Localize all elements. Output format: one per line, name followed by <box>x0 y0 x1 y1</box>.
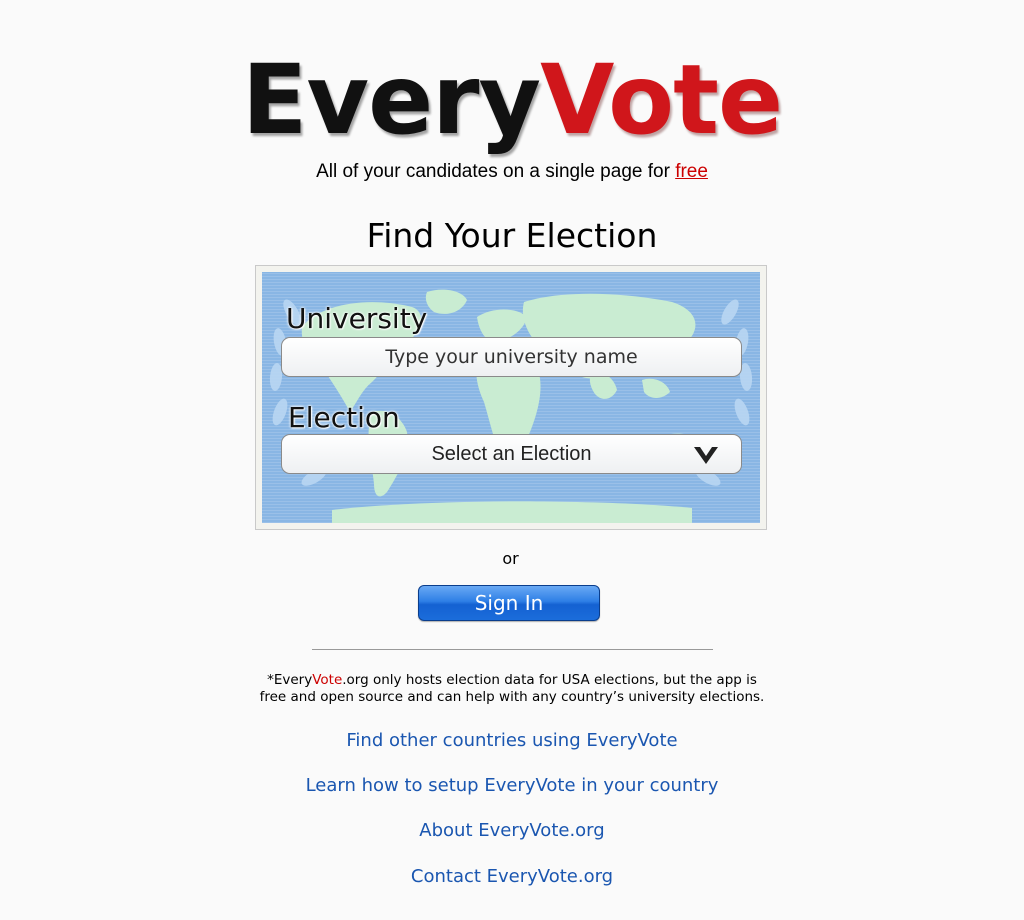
usa-elections-note: *EveryVote.org only hosts election data … <box>0 672 1024 706</box>
election-select-value: Select an Election <box>431 443 592 465</box>
note-line1-rest: .org only hosts election data for USA el… <box>342 672 757 688</box>
note-line-2: free and open source and can help with a… <box>259 689 765 705</box>
logo-every: Every <box>241 44 541 156</box>
tagline-text: All of your candidates on a single page … <box>316 161 676 182</box>
note-line-1: *EveryVote.org only hosts election data … <box>0 672 1024 689</box>
tagline: All of your candidates on a single page … <box>0 160 1024 184</box>
page: EveryVote All of your candidates on a si… <box>0 0 1024 920</box>
or-separator: or <box>502 549 519 568</box>
sign-in-button[interactable]: Sign In <box>418 585 600 621</box>
note-prefix: *Every <box>267 672 313 688</box>
logo-vote: Vote <box>540 44 783 156</box>
free-link[interactable]: free <box>675 161 708 182</box>
university-label: University <box>286 302 428 335</box>
divider <box>312 649 713 650</box>
election-label: Election <box>288 401 400 434</box>
election-select[interactable]: Select an Election <box>281 434 742 474</box>
university-input[interactable] <box>282 338 741 376</box>
everyvote-logo[interactable]: EveryVote <box>0 40 1024 160</box>
university-field[interactable] <box>281 337 742 377</box>
about-link[interactable]: About EveryVote.org <box>0 819 1024 843</box>
setup-link[interactable]: Learn how to setup EveryVote in your cou… <box>0 774 1024 798</box>
find-election-title: Find Your Election <box>366 216 658 255</box>
note-vote: Vote <box>312 672 343 688</box>
chevron-down-icon <box>694 447 718 464</box>
contact-link[interactable]: Contact EveryVote.org <box>0 865 1024 889</box>
other-countries-link[interactable]: Find other countries using EveryVote <box>0 729 1024 753</box>
